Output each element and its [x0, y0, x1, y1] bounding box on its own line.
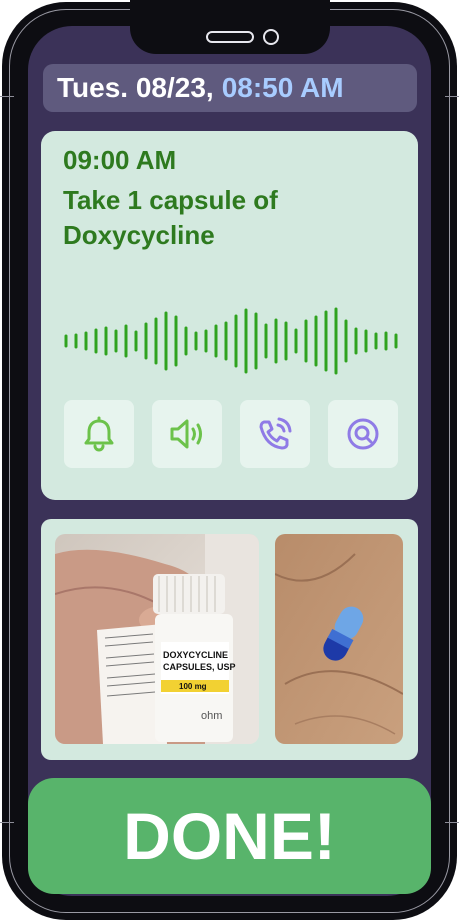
done-button[interactable]: DONE! [28, 778, 431, 894]
call-button[interactable] [240, 400, 310, 468]
reminder-time: 09:00 AM [63, 145, 177, 175]
capsule-photo[interactable] [275, 534, 403, 744]
phone-call-icon [259, 417, 292, 450]
bell-icon [84, 416, 114, 452]
side-button [445, 96, 459, 97]
phone-frame: Tues. 08/23, 08:50 AM 09:00 AM Take 1 ca… [0, 0, 459, 922]
pill-bottle-image: DOXYCYCLINE CAPSULES, USP 100 mg ohm [55, 534, 259, 744]
notch [130, 0, 330, 54]
speaker-icon [170, 419, 202, 449]
speaker-button[interactable] [152, 400, 222, 468]
reminder-instruction: Take 1 capsule of Doxycycline [63, 185, 278, 250]
bottle-brand: ohm [201, 710, 222, 722]
current-time: 08:50 AM [221, 72, 344, 103]
bell-button[interactable] [64, 400, 134, 468]
bottle-label-line2: CAPSULES, USP [163, 662, 236, 672]
search-icon [347, 418, 379, 450]
bottle-label-line1: DOXYCYCLINE [163, 650, 228, 660]
front-camera [263, 29, 279, 45]
capsule-in-palm-image [275, 534, 403, 744]
date-time-bar: Tues. 08/23, 08:50 AM [43, 64, 417, 112]
medication-photos: DOXYCYCLINE CAPSULES, USP 100 mg ohm [41, 519, 418, 760]
voice-waveform [64, 307, 398, 375]
reminder-card: 09:00 AM Take 1 capsule of Doxycycline [41, 131, 418, 500]
search-button[interactable] [328, 400, 398, 468]
current-date: Tues. 08/23, [57, 72, 214, 103]
bottle-photo[interactable]: DOXYCYCLINE CAPSULES, USP 100 mg ohm [55, 534, 259, 744]
speaker-grille [206, 31, 254, 43]
side-button [0, 96, 14, 97]
action-buttons [64, 400, 400, 468]
bottle-strength: 100 mg [179, 682, 207, 691]
side-button [445, 822, 459, 823]
side-button [0, 822, 14, 823]
